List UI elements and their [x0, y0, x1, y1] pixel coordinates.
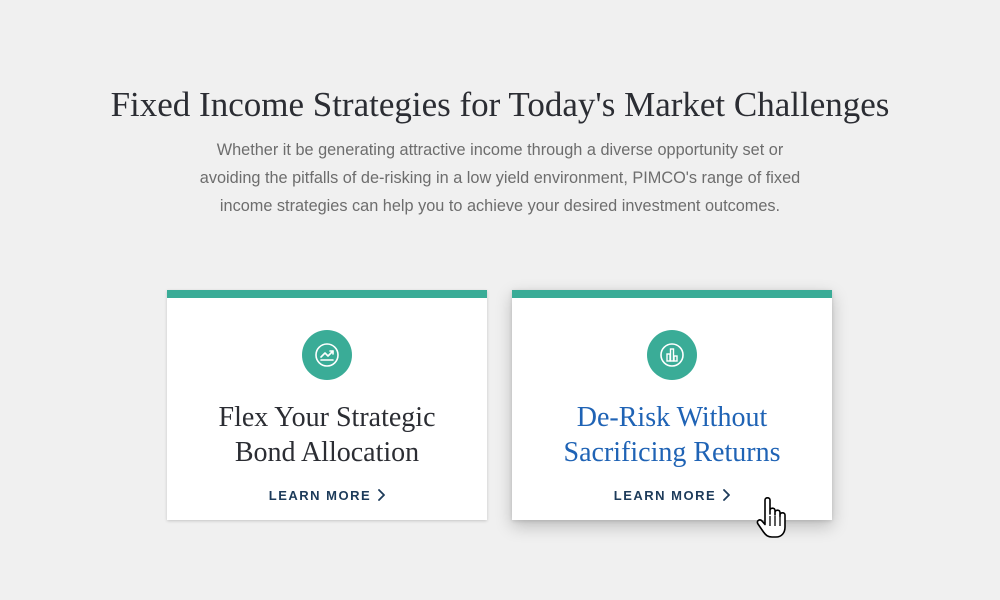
trend-up-chart-icon — [302, 330, 352, 380]
learn-more-label: LEARN MORE — [268, 488, 372, 503]
intro-text: Whether it be generating attractive inco… — [180, 136, 820, 220]
intro-line: income strategies can help you to achiev… — [219, 197, 781, 215]
bar-chart-icon — [647, 330, 697, 380]
page-title: Fixed Income Strategies for Today's Mark… — [110, 85, 890, 124]
card-title-line: De-Risk Without — [576, 402, 768, 433]
hand-pointer-cursor-icon — [756, 497, 786, 538]
card-title[interactable]: Flex Your Strategic Bond Allocation — [167, 400, 487, 470]
card-title-line: Bond Allocation — [234, 437, 420, 468]
card-title-line: Sacrificing Returns — [563, 437, 781, 468]
chevron-right-icon — [378, 489, 386, 501]
learn-more-label: LEARN MORE — [613, 488, 717, 503]
strategy-card-derisk[interactable]: De-Risk Without Sacrificing Returns LEAR… — [512, 290, 832, 520]
card-title-line: Flex Your Strategic — [218, 402, 436, 433]
intro-line: Whether it be generating attractive inco… — [216, 141, 784, 159]
chevron-right-icon — [723, 489, 731, 501]
intro-line: avoiding the pitfalls of de-risking in a… — [199, 169, 801, 187]
learn-more-link[interactable]: LEARN MORE — [167, 488, 487, 504]
card-title[interactable]: De-Risk Without Sacrificing Returns — [512, 400, 832, 470]
strategy-card-flex[interactable]: Flex Your Strategic Bond Allocation LEAR… — [167, 290, 487, 520]
